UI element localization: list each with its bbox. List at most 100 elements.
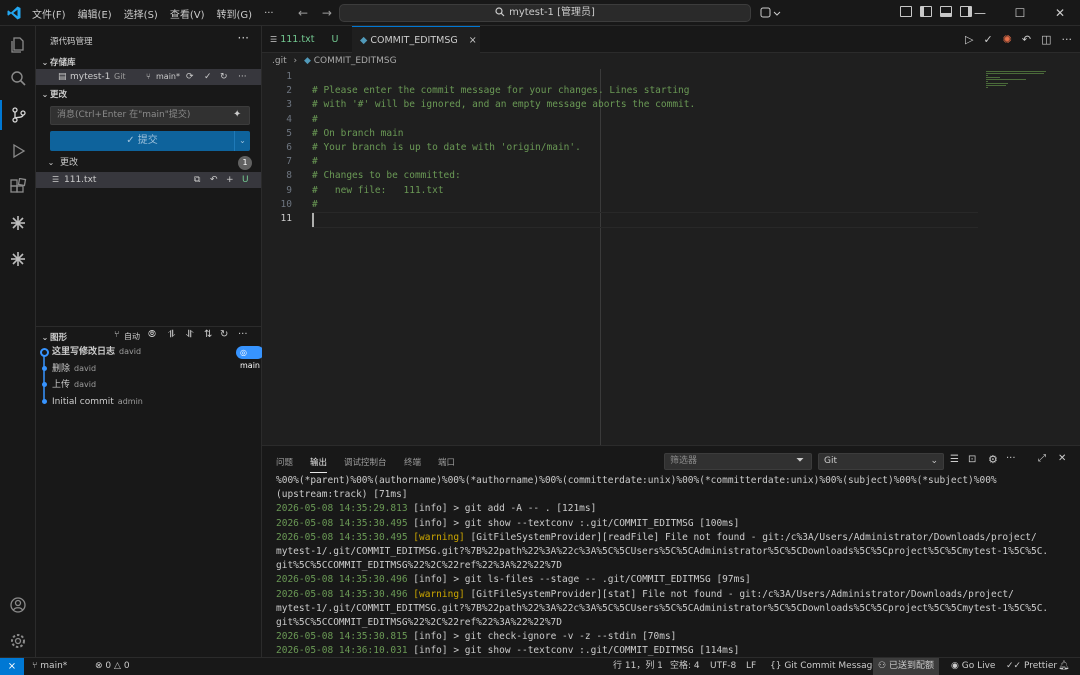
tab-111-txt[interactable]: ☰ 111.txt U (262, 26, 346, 53)
explorer-icon[interactable] (0, 30, 36, 60)
sync-icon[interactable]: ⟳ (186, 69, 194, 85)
graph-commit-row[interactable]: 这里写修改日志 david ◎ main (36, 344, 287, 370)
commit-button[interactable]: ✓ 提交 ⌄ (50, 131, 250, 151)
notifications-bell-icon[interactable]: 🔔︎ (1058, 658, 1069, 675)
code-editor[interactable]: 1 2 # Please enter the commit message for … (262, 69, 1080, 445)
customize-layout-icon[interactable] (900, 6, 912, 17)
status-encoding[interactable]: UTF-8 (710, 658, 736, 675)
line-number: 5 (286, 127, 292, 139)
graph-section-header[interactable]: ⌄ 图形 (40, 331, 67, 343)
close-panel-icon[interactable]: ✕ (1058, 453, 1066, 464)
search-view-icon[interactable] (0, 64, 36, 94)
lock-scroll-icon[interactable]: ⊡ (968, 454, 976, 465)
run-icon[interactable]: ▷ (965, 33, 973, 46)
commit-dropdown-icon[interactable]: ⌄ (234, 131, 250, 151)
tab-output[interactable]: 输出 (310, 456, 328, 473)
code-line: # Please enter the commit message for yo… (312, 85, 690, 97)
commit-message: Initial commit (52, 397, 114, 407)
graph-sync-icon[interactable]: ⇅ (204, 329, 212, 340)
back-arrow-icon[interactable]: ← (298, 6, 308, 20)
changed-file-row[interactable]: ☰ 111.txt ⧉ ↶ + U (36, 172, 261, 188)
graph-commit-row[interactable]: Initial commit admin (36, 394, 261, 410)
status-indentation[interactable]: 空格: 4 (670, 658, 700, 675)
repo-branch[interactable]: main* (156, 69, 180, 85)
discard-icon[interactable]: ↶ (210, 172, 218, 188)
status-language[interactable]: {} Git Commit Message (770, 658, 878, 675)
changes-group-row[interactable]: ⌄ 更改 1 (36, 155, 261, 171)
close-tab-icon[interactable]: × (469, 35, 477, 46)
sparkle-generate-icon[interactable]: ✦ (233, 109, 241, 120)
status-branch[interactable]: ⑂ main* (32, 658, 67, 675)
claude-action-icon[interactable]: ✺ (1003, 33, 1012, 46)
run-debug-icon[interactable] (0, 136, 36, 166)
word-wrap-icon[interactable]: ☰ (950, 454, 959, 465)
forward-arrow-icon[interactable]: → (322, 6, 332, 20)
accept-commit-icon[interactable]: ✓ (983, 33, 992, 46)
maximize-panel-icon[interactable]: ⤢ (1038, 453, 1046, 464)
output-filter-input[interactable]: 筛选器 (664, 453, 812, 470)
close-window-icon[interactable]: ✕ (1040, 0, 1080, 26)
split-editor-icon[interactable]: ◫ (1041, 33, 1051, 46)
refresh-icon[interactable]: ↻ (220, 69, 228, 85)
panel-more-icon[interactable]: ··· (1006, 453, 1016, 464)
graph-push-icon[interactable]: ⥯ (186, 329, 193, 340)
filter-funnel-icon[interactable]: ⏷ (796, 455, 804, 466)
changes-section-header[interactable]: ⌄ 更改 (40, 88, 67, 100)
open-file-icon[interactable]: ⧉ (194, 172, 200, 188)
status-eol[interactable]: LF (746, 658, 756, 675)
minimap[interactable] (984, 69, 1080, 445)
tab-terminal[interactable]: 终端 (404, 456, 421, 468)
settings-gear-icon[interactable] (0, 626, 36, 656)
command-center-search[interactable]: mytest-1 [管理员] (339, 4, 751, 22)
breadcrumb-folder[interactable]: .git (272, 56, 287, 66)
revert-icon[interactable]: ↶ (1022, 33, 1031, 46)
status-prettier[interactable]: ✓✓ Prettier (1006, 658, 1057, 675)
tab-ports[interactable]: 端口 (438, 456, 455, 468)
tab-commit-editmsg[interactable]: ◆ COMMIT_EDITMSG × (352, 26, 480, 53)
status-cursor-position[interactable]: 行 11，列 1 (613, 658, 663, 675)
graph-commit-row[interactable]: 上传 david (36, 377, 261, 393)
graph-more-icon[interactable]: ··· (238, 329, 248, 340)
source-control-icon[interactable] (0, 100, 36, 130)
toggle-sidebar-icon[interactable] (920, 6, 932, 17)
output-channel-select[interactable]: Git ⌄ (818, 453, 944, 470)
toggle-panel-icon[interactable] (940, 6, 952, 17)
menu-edit[interactable]: 编辑(E) (78, 6, 112, 21)
tab-debug-console[interactable]: 调试控制台 (344, 456, 387, 468)
graph-fetch-icon[interactable]: ⦾ (148, 329, 156, 340)
account-icon[interactable] (0, 590, 36, 620)
maximize-icon[interactable]: ☐ (1000, 0, 1040, 26)
status-quota[interactable]: ⚇ 已送到配额 (873, 658, 939, 675)
copilot-icon[interactable] (760, 6, 782, 20)
commit-message-input[interactable]: 消息(Ctrl+Enter 在"main"提交) (50, 106, 250, 125)
editor-tabs: ☰ 111.txt U ◆ COMMIT_EDITMSG × ▷ ✓ ✺ ↶ ◫… (262, 26, 1080, 53)
repo-more-icon[interactable]: ··· (238, 69, 247, 85)
menu-selection[interactable]: 选择(S) (124, 6, 158, 21)
repository-row[interactable]: ▤ mytest-1 Git ⑂ main* ⟳ ✓ ↻ ··· (36, 69, 261, 85)
repositories-section-header[interactable]: ⌄ 存储库 (40, 56, 76, 68)
graph-commit-row[interactable]: 删除 david (36, 361, 261, 377)
claude-icon[interactable] (0, 208, 36, 238)
claude-secondary-icon[interactable] (0, 244, 36, 274)
graph-auto-label[interactable]: 自动 (124, 331, 140, 342)
panel-settings-gear-icon[interactable]: ⚙ (988, 453, 998, 466)
editor-more-icon[interactable]: ··· (1062, 33, 1073, 46)
extensions-icon[interactable] (0, 172, 36, 202)
menu-more[interactable]: ··· (264, 8, 274, 19)
menu-go[interactable]: 转到(G) (217, 6, 253, 21)
status-problems[interactable]: ⊗ 0 △ 0 (95, 658, 130, 675)
more-actions-icon[interactable]: ··· (238, 31, 249, 45)
git-diamond-icon: ◆ (303, 56, 311, 66)
stage-plus-icon[interactable]: + (226, 172, 234, 188)
menu-file[interactable]: 文件(F) (32, 6, 66, 21)
breadcrumb-file[interactable]: COMMIT_EDITMSG (314, 56, 397, 66)
commit-check-icon[interactable]: ✓ (204, 69, 212, 85)
menu-view[interactable]: 查看(V) (170, 6, 205, 21)
breadcrumb-separator: › (293, 56, 298, 66)
status-go-live[interactable]: ◉ Go Live (951, 658, 995, 675)
tab-problems[interactable]: 问题 (276, 456, 293, 468)
remote-indicator[interactable]: ⨯ (0, 658, 24, 675)
graph-refresh-icon[interactable]: ↻ (220, 329, 228, 340)
minimize-icon[interactable]: — (960, 0, 1000, 26)
graph-pull-icon[interactable]: ⥮ (168, 329, 175, 340)
